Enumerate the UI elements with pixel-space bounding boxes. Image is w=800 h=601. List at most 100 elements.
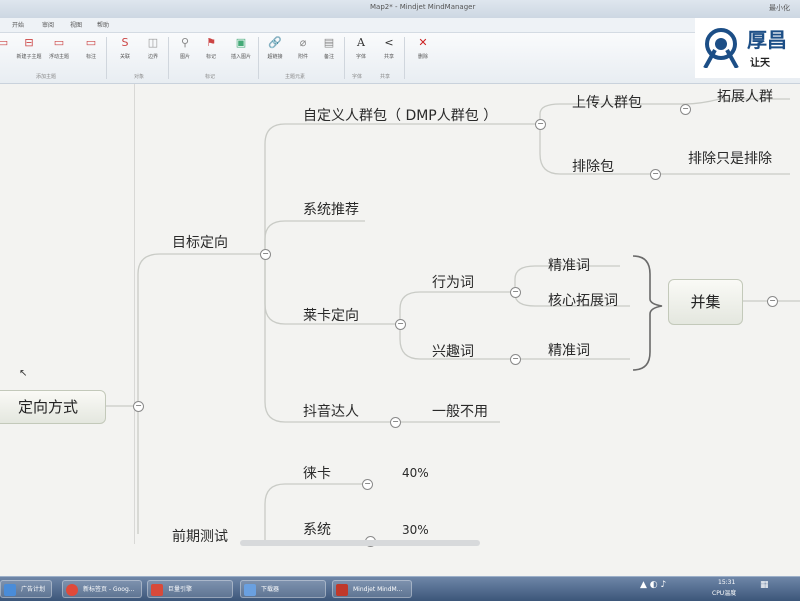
window-title: Map2* - Mindjet MindManager [370,3,476,11]
font-icon: A [357,36,365,49]
floating-topic-button[interactable]: ▭ 浮动主题 [46,35,72,73]
collapse-toggle[interactable]: − [362,479,373,490]
tray-icons[interactable]: ▲ ◐ ♪ [640,580,666,590]
taskbar-item-chrome[interactable]: 新标签页 - Goog... [62,580,142,598]
topic-custom-pack[interactable]: 自定义人群包（ DMP人群包 ） [303,107,497,125]
mouse-cursor-icon: ↖ [19,368,28,379]
collapse-toggle[interactable]: − [510,354,521,365]
taskbar-item-mindmanager[interactable]: Mindjet MindM... [332,580,412,598]
ribbon-separator [344,37,345,79]
hyperlink-button[interactable]: 🔗 超链接 [262,35,288,73]
topic-early-test[interactable]: 前期测试 [172,528,228,546]
share-icon: < [384,36,394,49]
ribbon-group-label: 字体 [352,74,363,80]
topic-laika[interactable]: 莱卡定向 [303,307,359,325]
callout-button[interactable]: ▭ 标注 [78,35,104,73]
subtopic-button[interactable]: ⊟ 新建子主题 [16,35,42,73]
ribbon-group-label: 共享 [380,74,391,80]
ribbon-group-label: 对象 [134,74,145,80]
delete-icon: ✕ [418,36,428,49]
topic-target[interactable]: 目标定向 [172,234,228,252]
topic-interest-word[interactable]: 兴趣词 [432,343,474,361]
app-icon [4,584,16,596]
minimize-button[interactable]: 最小化 [769,3,790,13]
horizontal-scrollbar[interactable] [240,540,480,546]
logo-text: 厚昌 [747,28,787,52]
notes-button[interactable]: ▤ 备注 [316,35,342,73]
notes-icon: ▤ [323,36,335,49]
hyperlink-icon: 🔗 [268,36,282,49]
collapse-toggle[interactable]: − [260,249,271,260]
ribbon-group-label: 添加主题 [36,74,57,80]
topic-rarely-used[interactable]: 一般不用 [432,403,488,421]
topic-core-expand-word[interactable]: 核心拓展词 [548,292,618,310]
taskbar-item-ad-plan[interactable]: 广告计划 [0,580,52,598]
union-brace [632,255,663,371]
taskbar-item-downloader[interactable]: 下载器 [240,580,326,598]
ribbon-separator [168,37,169,79]
ribbon-separator [258,37,259,79]
logo-slogan: 让天 [750,58,770,69]
topic-behavior-word[interactable]: 行为词 [432,274,474,292]
collapse-toggle[interactable]: − [510,287,521,298]
topic-system-percent[interactable]: 30% [402,521,429,539]
topic-xuka[interactable]: 徕卡 [303,465,331,483]
taskbar: 广告计划 新标签页 - Goog... 巨量引擎 下载器 Mindjet Min… [0,576,800,601]
collapse-toggle[interactable]: − [535,119,546,130]
brand-logo: 厚昌 让天 [695,18,800,78]
boundary-button[interactable]: ◫ 边界 [140,35,166,73]
floating-topic-icon: ▭ [53,36,65,49]
collapse-toggle[interactable]: − [650,169,661,180]
network-icon[interactable]: ▦ [760,580,769,590]
relationship-button[interactable]: S 关联 [112,35,138,73]
cpu-temperature: CPU温度 [712,590,737,597]
delete-button[interactable]: ✕ 删除 [410,35,436,73]
share-button[interactable]: < 共享 [376,35,402,73]
topic-xuka-percent[interactable]: 40% [402,464,429,482]
collapse-toggle[interactable]: − [133,401,144,412]
collapse-toggle[interactable]: − [767,296,778,307]
collapse-toggle[interactable]: − [390,417,401,428]
image-button[interactable]: ⚲ 图片 [172,35,198,73]
taskbar-item-ocean-engine[interactable]: 巨量引擎 [147,580,233,598]
topic-upload-pack[interactable]: 上传人群包 [572,94,642,112]
topic-precise-word-1[interactable]: 精准词 [548,257,590,275]
collapse-toggle[interactable]: − [395,319,406,330]
topic-precise-word-2[interactable]: 精准词 [548,342,590,360]
topic-system-recommend[interactable]: 系统推荐 [303,201,359,219]
collapse-toggle[interactable]: − [680,104,691,115]
topic-union[interactable]: 并集 [668,279,743,325]
marker-button[interactable]: ⚑ 标记 [198,35,224,73]
ribbon-group-label: 主题元素 [285,74,306,80]
font-button[interactable]: A 字体 [348,35,374,73]
attachment-button[interactable]: ⌀ 附件 [290,35,316,73]
insert-image-button[interactable]: ▣ 插入图片 [228,35,254,73]
ribbon-group-label: 标记 [205,74,216,80]
topic-expand-audience[interactable]: 拓展人群 [717,88,773,106]
attachment-icon: ⌀ [299,36,307,49]
topic-button[interactable]: ▭ [0,35,16,73]
menu-item-home[interactable]: 开始 [12,20,24,29]
menu-item-help[interactable]: 帮助 [97,20,109,29]
image-icon: ⚲ [180,36,190,49]
root-topic[interactable]: 定向方式 [0,390,106,424]
relationship-icon: S [121,36,129,49]
menu-item-view[interactable]: 视图 [70,20,82,29]
clock[interactable]: 15:31 [718,579,735,586]
title-bar: Map2* - Mindjet MindManager 最小化 [0,0,800,19]
insert-image-icon: ▣ [235,36,247,49]
subtopic-icon: ⊟ [24,36,34,49]
brand-mark-icon [703,28,739,68]
topic-exclude-pack[interactable]: 排除包 [572,158,614,176]
ribbon-separator [106,37,107,79]
topic-douyin-talent[interactable]: 抖音达人 [303,403,359,421]
topic-system[interactable]: 系统 [303,521,331,539]
ribbon-separator [404,37,405,79]
mindmanager-icon [336,584,348,596]
boundary-icon: ◫ [147,36,159,49]
chrome-icon [66,584,78,596]
app-icon [151,584,163,596]
topic-exclude-only[interactable]: 排除只是排除 [688,150,772,168]
menu-bar: 开始 审阅 视图 帮助 [0,18,800,33]
menu-item-review[interactable]: 审阅 [42,20,54,29]
